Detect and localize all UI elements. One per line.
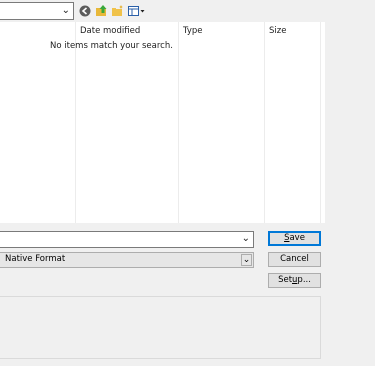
empty-list-message: No items match your search. xyxy=(50,41,173,51)
back-button[interactable] xyxy=(78,3,92,18)
column-divider[interactable] xyxy=(264,22,265,223)
save-dialog: { "list": { "columns": ["Date modified",… xyxy=(0,0,375,366)
column-header-size[interactable]: Size xyxy=(269,26,286,36)
column-divider[interactable] xyxy=(320,22,321,223)
setup-button-label-end: p... xyxy=(297,275,311,285)
setup-button[interactable]: Setup... xyxy=(268,273,321,288)
file-list[interactable]: Date modified Type Size No items match y… xyxy=(0,22,325,223)
setup-button-label-start: Set xyxy=(278,275,293,285)
column-divider[interactable] xyxy=(178,22,179,223)
back-arrow-icon xyxy=(79,5,91,16)
chevron-down-icon[interactable]: ⌄ xyxy=(242,233,250,244)
new-folder-icon xyxy=(111,5,123,16)
new-folder-button[interactable] xyxy=(110,3,124,18)
column-header-type[interactable]: Type xyxy=(183,26,203,36)
up-folder-icon xyxy=(95,5,106,16)
cancel-button[interactable]: Cancel xyxy=(268,252,321,267)
view-menu-icon xyxy=(128,5,145,16)
save-button[interactable]: Save xyxy=(268,231,321,246)
chevron-down-icon[interactable]: ⌄ xyxy=(241,254,252,266)
chevron-down-icon: ⌄ xyxy=(61,5,70,16)
file-name-input[interactable]: ⌄ xyxy=(0,231,254,248)
file-type-select[interactable]: Native Format ⌄ xyxy=(0,252,254,268)
preview-panel xyxy=(0,296,321,359)
view-menu-button[interactable] xyxy=(127,3,147,18)
column-header-date-modified[interactable]: Date modified xyxy=(80,26,140,36)
column-divider[interactable] xyxy=(75,22,76,223)
save-button-label: ave xyxy=(289,233,305,243)
look-in-combo[interactable]: ⌄ xyxy=(0,2,74,20)
up-folder-button[interactable] xyxy=(94,3,108,18)
file-type-value: Native Format xyxy=(5,254,66,264)
